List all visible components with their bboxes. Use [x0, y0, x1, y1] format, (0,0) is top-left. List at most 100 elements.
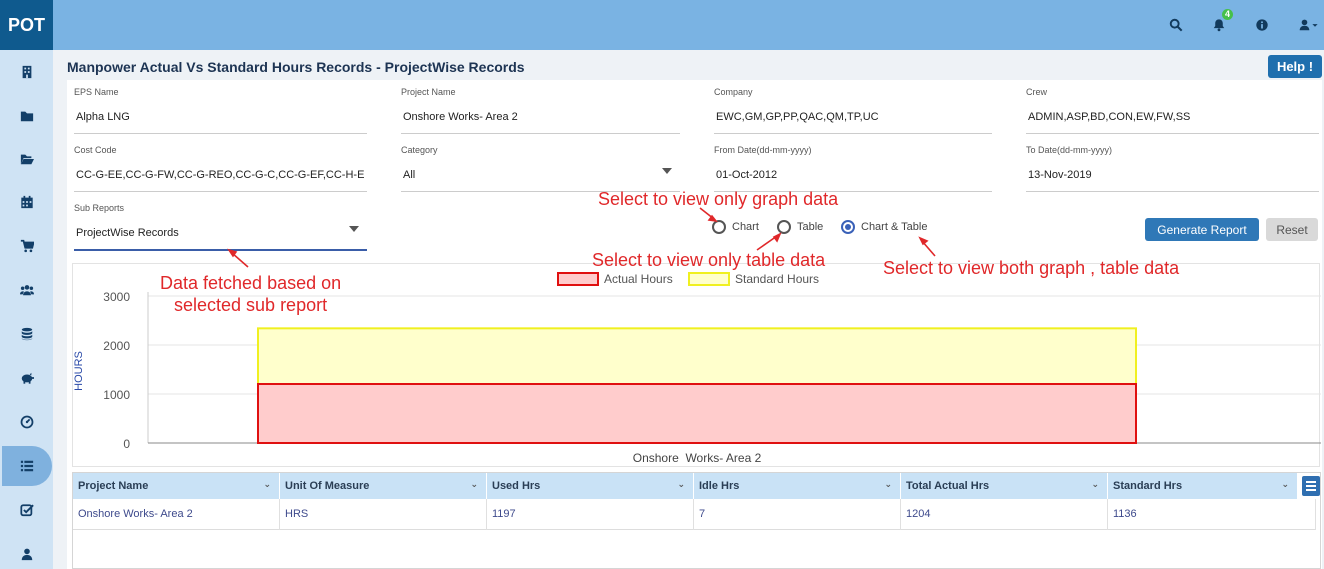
folder-icon: [20, 111, 33, 122]
column-header-idle-hrs[interactable]: Idle Hrs ⌄: [694, 473, 901, 499]
category-select[interactable]: Category All: [401, 145, 680, 192]
column-label: Idle Hrs: [699, 480, 740, 492]
column-label: Standard Hrs: [1113, 480, 1183, 492]
radio-chart-circle[interactable]: [712, 220, 726, 234]
radio-chart[interactable]: Chart: [712, 220, 759, 234]
eps-name-field[interactable]: EPS Name Alpha LNG: [74, 87, 367, 134]
legend-label: Actual Hours: [604, 272, 673, 286]
sidebar-item-database[interactable]: [0, 314, 53, 354]
sidebar: [0, 50, 53, 569]
y-tick-label: 3000: [103, 290, 130, 304]
list-icon: [20, 460, 34, 472]
sub-reports-select[interactable]: Sub Reports ProjectWise Records: [74, 203, 367, 251]
search-icon[interactable]: [1167, 16, 1185, 34]
radio-table[interactable]: Table: [777, 220, 823, 234]
field-underline: [401, 133, 680, 134]
sidebar-item-dashboard[interactable]: [0, 402, 53, 442]
eps-name-value: Alpha LNG: [76, 111, 130, 123]
radio-table-label: Table: [797, 221, 824, 233]
column-header-standard-hrs[interactable]: Standard Hrs ⌄: [1108, 473, 1298, 499]
annotation-sub-report-line1: Data fetched based on: [160, 273, 342, 293]
field-underline: [1026, 191, 1319, 192]
info-icon[interactable]: [1253, 16, 1271, 34]
radio-chart-and-table[interactable]: Chart & Table: [841, 220, 927, 234]
sub-reports-value: ProjectWise Records: [76, 227, 179, 239]
from-date-field[interactable]: From Date(dd-mm-yyyy) 01-Oct-2012: [714, 145, 992, 192]
sidebar-item-list[interactable]: [2, 446, 52, 486]
column-label: Project Name: [78, 480, 149, 492]
to-date-field[interactable]: To Date(dd-mm-yyyy) 13-Nov-2019: [1026, 145, 1319, 192]
column-header-used-hrs[interactable]: Used Hrs ⌄: [487, 473, 694, 499]
sidebar-item-cart[interactable]: [0, 226, 53, 266]
reset-button[interactable]: Reset: [1266, 218, 1318, 241]
sidebar-item-users[interactable]: [0, 270, 53, 310]
cost-code-value: CC-G-EE,CC-G-FW,CC-G-REO,CC-G-C,CC-G-EF,…: [76, 169, 365, 181]
chevron-down-icon[interactable]: ⌄: [677, 479, 685, 490]
column-label: Used Hrs: [492, 480, 541, 492]
column-header-project-name[interactable]: Project Name ⌄: [73, 473, 280, 499]
chevron-down-icon: [662, 168, 672, 174]
chevron-down-icon[interactable]: ⌄: [263, 479, 271, 490]
top-bar: POT 4: [0, 0, 1324, 50]
calendar-icon: [20, 195, 33, 209]
sidebar-item-calendar[interactable]: [0, 182, 53, 222]
chevron-down-icon[interactable]: ⌄: [1281, 479, 1289, 490]
app-logo[interactable]: POT: [0, 0, 53, 50]
column-label: Total Actual Hrs: [906, 480, 990, 492]
project-name-value: Onshore Works- Area 2: [403, 111, 518, 123]
annotation-graph-only: Select to view only graph data: [598, 189, 839, 209]
table-cell: Onshore Works- Area 2: [73, 499, 280, 530]
bar-actual-hours: [257, 383, 1137, 444]
page-title: Manpower Actual Vs Standard Hours Record…: [67, 59, 525, 75]
to-date-label: To Date(dd-mm-yyyy): [1026, 145, 1113, 155]
sidebar-item-checkbox[interactable]: [0, 490, 53, 530]
project-name-label: Project Name: [401, 87, 456, 97]
user-icon: [21, 548, 32, 561]
column-label: Unit Of Measure: [285, 480, 370, 492]
from-date-value: 01-Oct-2012: [716, 169, 778, 181]
sub-reports-label: Sub Reports: [74, 203, 125, 213]
chevron-down-icon[interactable]: ⌄: [470, 479, 478, 490]
piggy-bank-icon: [21, 372, 34, 384]
table-row[interactable]: Onshore Works- Area 2 HRS 1197 7 1204 11…: [73, 499, 1316, 530]
table-cell: 1204: [901, 499, 1108, 530]
radio-chart-label: Chart: [732, 221, 759, 233]
chevron-down-icon[interactable]: ⌄: [1091, 479, 1099, 490]
sidebar-item-folder-open[interactable]: [0, 139, 53, 179]
table-cell: 7: [694, 499, 901, 530]
project-name-field[interactable]: Project Name Onshore Works- Area 2: [401, 87, 680, 134]
grid-menu-icon[interactable]: [1302, 476, 1320, 496]
column-header-total-actual-hrs[interactable]: Total Actual Hrs ⌄: [901, 473, 1108, 499]
sidebar-item-building[interactable]: [0, 52, 53, 92]
column-header-unit-of-measure[interactable]: Unit Of Measure ⌄: [280, 473, 487, 499]
to-date-value: 13-Nov-2019: [1028, 169, 1092, 181]
user-menu-icon[interactable]: [1294, 16, 1322, 34]
eps-name-label: EPS Name: [74, 87, 119, 97]
cost-code-field[interactable]: Cost Code CC-G-EE,CC-G-FW,CC-G-REO,CC-G-…: [74, 145, 367, 192]
company-field[interactable]: Company EWC,GM,GP,PP,QAC,QM,TP,UC: [714, 87, 992, 134]
field-underline: [74, 249, 367, 251]
from-date-label: From Date(dd-mm-yyyy): [714, 145, 812, 155]
table-cell: 1136: [1108, 499, 1316, 530]
chevron-down-icon[interactable]: ⌄: [884, 479, 892, 490]
radio-table-circle[interactable]: [777, 220, 791, 234]
field-underline: [714, 133, 992, 134]
y-tick-label: 1000: [103, 388, 130, 402]
table-cell: HRS: [280, 499, 487, 530]
table-cell: 1197: [487, 499, 694, 530]
sidebar-item-piggy-bank[interactable]: [0, 358, 53, 398]
legend-swatch: [557, 272, 599, 286]
help-button[interactable]: Help !: [1268, 55, 1322, 78]
legend-label: Standard Hours: [735, 272, 819, 286]
crew-field[interactable]: Crew ADMIN,ASP,BD,CON,EW,FW,SS: [1026, 87, 1319, 134]
y-tick-label: 0: [123, 437, 130, 451]
dashboard-icon: [20, 415, 33, 429]
database-icon: [21, 327, 32, 341]
radio-chart-and-table-label: Chart & Table: [861, 221, 928, 233]
generate-report-button[interactable]: Generate Report: [1145, 218, 1259, 241]
radio-chart-and-table-circle[interactable]: [841, 220, 855, 234]
sidebar-item-user[interactable]: [0, 534, 53, 569]
crew-value: ADMIN,ASP,BD,CON,EW,FW,SS: [1028, 111, 1191, 123]
legend-swatch: [688, 272, 730, 286]
sidebar-item-folder[interactable]: [0, 96, 53, 136]
